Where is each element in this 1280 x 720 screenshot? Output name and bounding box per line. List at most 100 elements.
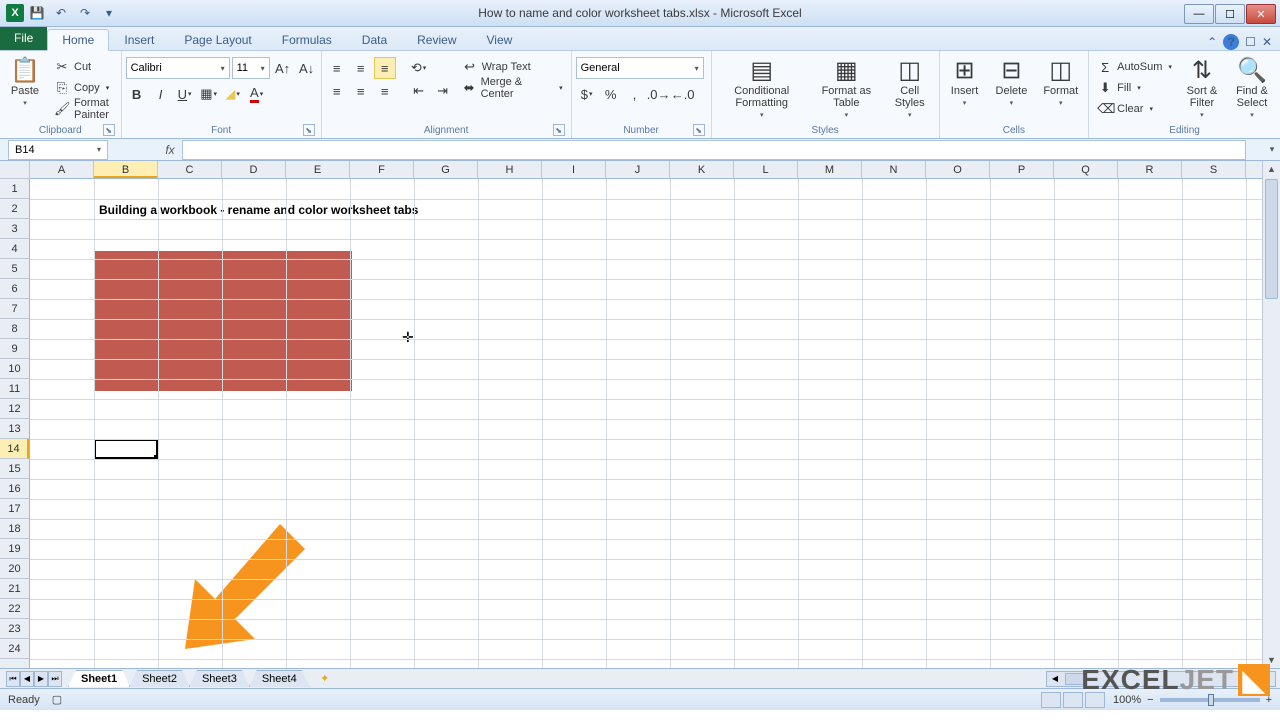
clear-button[interactable]: ⌫Clear▾ [1093,99,1176,119]
tab-view[interactable]: View [472,28,528,50]
increase-decimal-icon[interactable]: .0→ [648,83,670,105]
fx-icon[interactable]: fx [158,143,182,157]
column-header-d[interactable]: D [222,161,286,178]
column-header-n[interactable]: N [862,161,926,178]
align-right-icon[interactable]: ≡ [374,80,396,102]
number-launcher[interactable]: ⬊ [693,124,705,136]
decrease-indent-icon[interactable]: ⇤ [408,80,430,102]
tab-insert[interactable]: Insert [109,28,169,50]
format-painter-button[interactable]: 🖌Format Painter [50,99,117,119]
row-header-12[interactable]: 12 [0,399,29,419]
conditional-formatting-button[interactable]: ▤Conditional Formatting▾ [716,57,808,121]
comma-icon[interactable]: , [624,83,646,105]
column-header-m[interactable]: M [798,161,862,178]
find-select-button[interactable]: 🔍Find & Select▾ [1228,57,1276,121]
number-format-combo[interactable]: General▾ [576,57,704,79]
row-header-17[interactable]: 17 [0,499,29,519]
delete-cells-button[interactable]: ⊟Delete▾ [990,57,1034,109]
tab-formulas[interactable]: Formulas [267,28,347,50]
row-header-5[interactable]: 5 [0,259,29,279]
column-header-s[interactable]: S [1182,161,1246,178]
format-cells-button[interactable]: ◫Format▾ [1037,57,1084,109]
alignment-launcher[interactable]: ⬊ [553,124,565,136]
window-close-icon[interactable]: ✕ [1262,35,1272,49]
first-sheet-icon[interactable]: ⏮ [6,671,20,687]
currency-icon[interactable]: $▾ [576,83,598,105]
fill-button[interactable]: ⬇Fill▾ [1093,78,1176,98]
orientation-icon[interactable]: ⟲▾ [408,57,430,79]
row-header-2[interactable]: 2 [0,199,29,219]
window-restore-icon[interactable]: ☐ [1245,35,1256,49]
percent-icon[interactable]: % [600,83,622,105]
clipboard-launcher[interactable]: ⬊ [103,124,115,136]
fill-color-button[interactable]: ◢▾ [222,83,244,105]
increase-indent-icon[interactable]: ⇥ [432,80,454,102]
undo-icon[interactable]: ↶ [50,2,72,24]
row-header-3[interactable]: 3 [0,219,29,239]
row-header-9[interactable]: 9 [0,339,29,359]
row-header-8[interactable]: 8 [0,319,29,339]
tab-file[interactable]: File [0,26,47,50]
paste-button[interactable]: 📋 Paste ▾ [4,57,46,109]
help-icon[interactable]: ? [1223,34,1239,50]
expand-formula-bar-icon[interactable]: ▾ [1264,140,1280,160]
increase-font-icon[interactable]: A↑ [272,57,294,79]
autosum-button[interactable]: ΣAutoSum▾ [1093,57,1176,77]
merge-center-button[interactable]: ⬌Merge & Center▾ [458,78,567,98]
row-header-4[interactable]: 4 [0,239,29,259]
cut-button[interactable]: ✂Cut [50,57,117,77]
column-header-l[interactable]: L [734,161,798,178]
align-top-icon[interactable]: ≡ [326,57,348,79]
prev-sheet-icon[interactable]: ◀ [20,671,34,687]
save-icon[interactable]: 💾 [26,2,48,24]
decrease-decimal-icon[interactable]: ←.0 [672,83,694,105]
scroll-thumb[interactable] [1265,179,1278,299]
macro-record-icon[interactable]: ▢ [52,693,62,706]
row-header-22[interactable]: 22 [0,599,29,619]
row-header-6[interactable]: 6 [0,279,29,299]
sheet-tab-sheet3[interactable]: Sheet3 [189,670,250,687]
row-header-1[interactable]: 1 [0,179,29,199]
sort-filter-button[interactable]: ⇅Sort & Filter▾ [1180,57,1224,121]
column-header-c[interactable]: C [158,161,222,178]
column-header-q[interactable]: Q [1054,161,1118,178]
zoom-slider[interactable] [1160,698,1260,702]
sheet-tab-sheet4[interactable]: Sheet4 [249,670,310,687]
minimize-button[interactable]: — [1184,4,1214,24]
column-header-b[interactable]: B [94,161,158,178]
font-color-button[interactable]: A▾ [246,83,268,105]
row-header-15[interactable]: 15 [0,459,29,479]
tab-page-layout[interactable]: Page Layout [169,28,266,50]
maximize-button[interactable]: ☐ [1215,4,1245,24]
font-size-combo[interactable]: 11▾ [232,57,270,79]
column-header-o[interactable]: O [926,161,990,178]
copy-button[interactable]: ⎘Copy▾ [50,78,117,98]
underline-button[interactable]: U▾ [174,83,196,105]
cells-area[interactable]: Building a workbook - rename and color w… [30,179,1262,668]
qat-customize-icon[interactable]: ▾ [98,2,120,24]
row-header-16[interactable]: 16 [0,479,29,499]
italic-button[interactable]: I [150,83,172,105]
last-sheet-icon[interactable]: ⏭ [48,671,62,687]
name-box[interactable]: B14▾ [8,140,108,160]
format-as-table-button[interactable]: ▦Format as Table▾ [812,57,881,121]
sheet-tab-sheet1[interactable]: Sheet1 [68,670,130,687]
tab-data[interactable]: Data [347,28,402,50]
insert-cells-button[interactable]: ⊞Insert▾ [944,57,986,109]
border-button[interactable]: ▦▾ [198,83,220,105]
row-header-21[interactable]: 21 [0,579,29,599]
row-header-14[interactable]: 14 [0,439,29,459]
row-header-13[interactable]: 13 [0,419,29,439]
row-header-23[interactable]: 23 [0,619,29,639]
column-header-e[interactable]: E [286,161,350,178]
column-header-k[interactable]: K [670,161,734,178]
column-header-h[interactable]: H [478,161,542,178]
row-header-11[interactable]: 11 [0,379,29,399]
new-sheet-icon[interactable]: ✦ [313,671,337,687]
wrap-text-button[interactable]: ↩Wrap Text [458,57,567,77]
column-header-p[interactable]: P [990,161,1054,178]
column-header-g[interactable]: G [414,161,478,178]
page-layout-view-icon[interactable] [1063,692,1083,708]
font-launcher[interactable]: ⬊ [303,124,315,136]
column-header-i[interactable]: I [542,161,606,178]
